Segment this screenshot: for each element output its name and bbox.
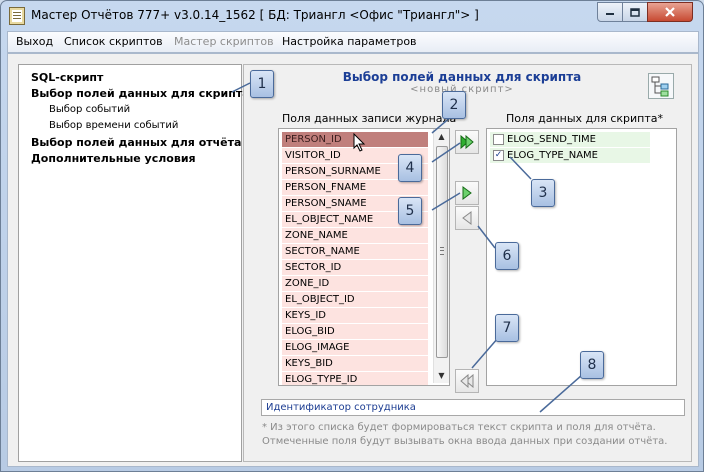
available-fields-scrollbar[interactable]: ▲ ▼ <box>433 129 449 383</box>
app-window: Мастер Отчётов 777+ v3.0.14_1562 [ БД: Т… <box>0 0 704 472</box>
script-tree-icon[interactable] <box>648 73 674 99</box>
callout-2: 2 <box>442 91 466 119</box>
script-field-label: ELOG_TYPE_NAME <box>507 150 598 161</box>
script-fields-header: Поля данных для скрипта* <box>506 112 663 125</box>
nav-item-script-fields[interactable]: Выбор полей данных для скрипта <box>31 87 250 100</box>
available-field-item[interactable]: PERSON_FNAME <box>282 180 428 195</box>
menu-exit[interactable]: Выход <box>16 35 53 48</box>
field-checkbox[interactable]: ✓ <box>493 150 504 161</box>
title-bar: Мастер Отчётов 777+ v3.0.14_1562 [ БД: Т… <box>1 1 703 31</box>
nav-item-sql-script[interactable]: SQL-скрипт <box>31 71 103 84</box>
available-field-item[interactable]: ELOG_TYPE_ID <box>282 372 428 385</box>
double-arrow-left-icon <box>460 374 474 388</box>
available-field-item[interactable]: SECTOR_NAME <box>282 244 428 259</box>
callout-8: 8 <box>580 351 604 379</box>
available-field-item[interactable]: ELOG_BID <box>282 324 428 339</box>
wizard-steps-panel: SQL-скрипт Выбор полей данных для скрипт… <box>18 64 250 462</box>
menu-bar: Выход Список скриптов Мастер скриптов На… <box>7 31 699 53</box>
arrow-left-icon <box>462 211 472 225</box>
minimize-button[interactable] <box>597 2 623 22</box>
app-icon <box>9 7 25 25</box>
available-field-item[interactable]: ZONE_NAME <box>282 228 428 243</box>
footnote-line-2: Отмеченные поля будут вызывать окна ввод… <box>262 436 668 447</box>
nav-item-event-time[interactable]: Выбор времени событий <box>49 120 178 131</box>
maximize-icon <box>630 7 640 17</box>
callout-5: 5 <box>398 197 422 225</box>
double-arrow-right-icon <box>460 135 474 149</box>
menu-script-wizard: Мастер скриптов <box>174 35 274 48</box>
field-selection-panel: Выбор полей данных для скрипта <новый ск… <box>243 64 692 462</box>
page-title: Выбор полей данных для скрипта <box>342 70 582 84</box>
mouse-cursor-icon <box>353 133 366 152</box>
client-area: SQL-скрипт Выбор полей данных для скрипт… <box>7 53 699 467</box>
remove-all-button[interactable] <box>455 369 479 393</box>
script-field-label: ELOG_SEND_TIME <box>507 134 597 145</box>
add-one-button[interactable] <box>455 181 479 205</box>
available-field-item[interactable]: SECTOR_ID <box>282 260 428 275</box>
callout-7: 7 <box>495 314 519 342</box>
available-field-item[interactable]: ZONE_ID <box>282 276 428 291</box>
available-fields-header: Поля данных записи журнала <box>282 112 457 125</box>
tree-graphic <box>651 76 669 97</box>
window-title: Мастер Отчётов 777+ v3.0.14_1562 [ БД: Т… <box>31 8 479 22</box>
field-checkbox[interactable] <box>493 134 504 145</box>
remove-one-button[interactable] <box>455 206 479 230</box>
scroll-down-arrow[interactable]: ▼ <box>434 368 449 383</box>
callout-6: 6 <box>495 242 519 270</box>
callout-4: 4 <box>398 154 422 182</box>
arrow-right-icon <box>462 186 472 200</box>
nav-item-extra-conditions[interactable]: Дополнительные условия <box>31 152 196 165</box>
available-field-item[interactable]: KEYS_ID <box>282 308 428 323</box>
menu-settings[interactable]: Настройка параметров <box>282 35 417 48</box>
available-field-item[interactable]: ELOG_IMAGE <box>282 340 428 355</box>
scroll-thumb[interactable] <box>436 146 448 358</box>
script-field-item[interactable]: ELOG_SEND_TIME <box>490 132 650 147</box>
field-description: Идентификатор сотрудника <box>261 399 685 416</box>
maximize-button[interactable] <box>622 2 648 22</box>
callout-1: 1 <box>250 70 274 98</box>
callout-3: 3 <box>531 179 555 207</box>
footnote-line-1: * Из этого списка будет формироваться те… <box>262 422 656 433</box>
menu-script-list[interactable]: Список скриптов <box>64 35 163 48</box>
available-field-item[interactable]: KEYS_BID <box>282 356 428 371</box>
nav-item-events[interactable]: Выбор событий <box>49 104 130 115</box>
available-fields-list[interactable]: ▲ ▼ PERSON_ID VISITOR_ID PERSON_SURNAME PER… <box>278 128 450 386</box>
nav-item-report-fields[interactable]: Выбор полей данных для отчёта <box>31 136 241 149</box>
add-all-button[interactable] <box>455 130 479 154</box>
scroll-up-arrow[interactable]: ▲ <box>434 129 449 144</box>
close-icon <box>665 7 675 17</box>
script-field-item[interactable]: ✓ ELOG_TYPE_NAME <box>490 148 650 163</box>
available-field-item[interactable]: EL_OBJECT_ID <box>282 292 428 307</box>
minimize-icon <box>606 13 614 15</box>
close-button[interactable] <box>647 2 693 22</box>
